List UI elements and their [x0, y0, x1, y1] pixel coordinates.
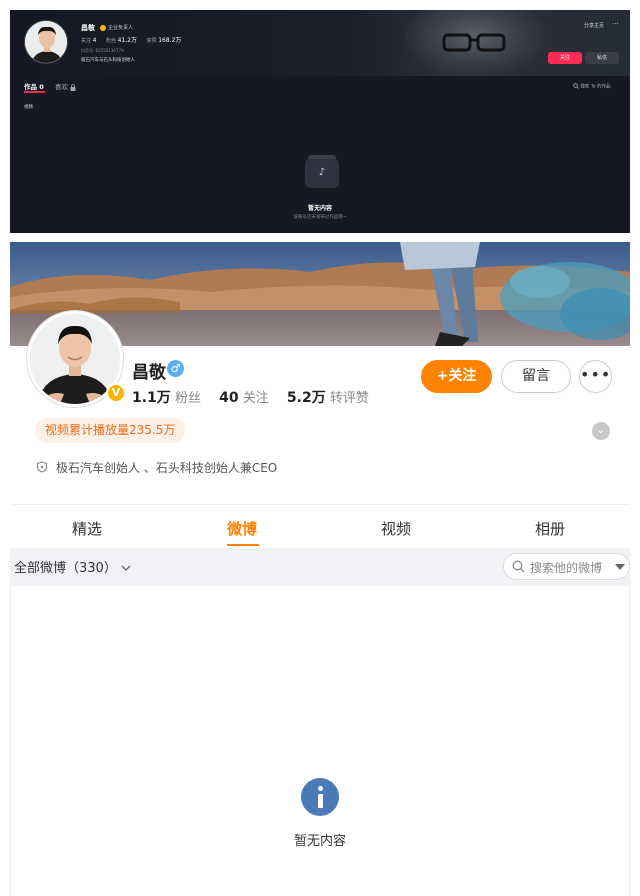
weibo-stats: 1.1万 粉丝 40 关注 5.2万 转评赞 [132, 387, 369, 407]
more-options-button[interactable]: ••• [579, 360, 612, 393]
stat-fans-value[interactable]: 1.1万 [132, 390, 171, 406]
douyin-username: 昌敬 [81, 24, 95, 32]
weibo-follow-button[interactable]: +关注 [421, 360, 492, 393]
douyin-message-button[interactable]: 私信 [585, 52, 619, 64]
content-border-left [10, 586, 11, 896]
sub-tab-video[interactable]: 视频 [24, 104, 33, 110]
share-profile-link[interactable]: 分享主页 [584, 22, 604, 29]
tab-weibo[interactable]: 微博 [227, 518, 257, 539]
lock-icon [70, 83, 76, 91]
douyin-stats: 关注 4 粉丝 41.2万 获赞 168.2万 [81, 35, 189, 44]
more-options-icon[interactable]: ··· [612, 20, 619, 28]
chevron-down-icon [121, 565, 131, 571]
empty-folder-icon: ♪ [305, 155, 339, 188]
stat-reposts-label: 转评赞 [329, 391, 369, 406]
tab-likes[interactable]: 喜欢 [55, 81, 76, 91]
search-works-link[interactable]: 搜索 Ta 的作品 [573, 83, 611, 90]
tiktok-note-icon: ♪ [318, 167, 326, 178]
all-weibo-dropdown[interactable]: 全部微博（330） [14, 557, 131, 576]
active-tab-indicator [24, 91, 45, 93]
verified-dot-icon [100, 24, 106, 31]
male-gender-icon: ♂ [167, 360, 184, 377]
stat-following-label: 关注 [81, 38, 92, 44]
tab-albums[interactable]: 相册 [535, 518, 565, 539]
search-icon [573, 83, 579, 89]
tab-works[interactable]: 作品 0 [24, 81, 44, 91]
douyin-bio: 极石汽车与石头科技创始人 [81, 58, 135, 63]
douyin-empty-title: 暂无内容 [307, 205, 332, 212]
douyin-profile-panel: 昌敬 企业负责人 关注 4 粉丝 41.2万 获赞 168.2万 抖音号: 63… [10, 10, 630, 233]
verified-v-icon: V [106, 383, 126, 403]
stat-fans-value[interactable]: 41.2万 [118, 37, 137, 44]
weibo-empty-text: 暂无内容 [293, 834, 346, 849]
tab-videos[interactable]: 视频 [381, 518, 411, 539]
tab-featured[interactable]: 精选 [72, 518, 102, 539]
stat-following-label: 关注 [242, 391, 269, 406]
info-icon [301, 778, 339, 816]
douyin-verified-label: 企业负责人 [100, 24, 133, 31]
stat-fans-label: 粉丝 [106, 38, 117, 44]
stat-following-value[interactable]: 4 [93, 37, 97, 44]
douyin-follow-button[interactable]: 关注 [548, 52, 582, 64]
douyin-avatar[interactable] [24, 20, 68, 64]
banner-glasses-graphic [442, 33, 506, 52]
weibo-profile-panel: V 昌敬 ♂ 1.1万 粉丝 40 关注 5.2万 转评赞 +关注 留言 •••… [10, 242, 630, 896]
stat-reposts-value: 5.2万 [286, 390, 326, 406]
dropdown-caret-icon[interactable] [615, 564, 625, 570]
weibo-bio: 极石汽车创始人 、石头科技创始人兼CEO [56, 461, 278, 475]
douyin-id: 抖音号: 63550130779 [81, 48, 124, 53]
search-icon [512, 560, 525, 573]
weibo-username: 昌敬 [132, 363, 166, 383]
video-play-count-badge: 视频累计播放量235.5万 [35, 418, 186, 443]
expand-chevron-icon[interactable]: ⌄ [592, 422, 610, 440]
stat-following-value[interactable]: 40 [219, 390, 238, 406]
content-border-right [629, 586, 630, 896]
shield-icon [36, 461, 48, 473]
search-weibo-input[interactable]: 搜索他的微博 [503, 553, 630, 580]
divider [10, 504, 630, 505]
leave-message-button[interactable]: 留言 [501, 360, 571, 393]
search-placeholder: 搜索他的微博 [530, 561, 603, 575]
stat-likes-value: 168.2万 [158, 37, 182, 44]
stat-likes-label: 获赞 [146, 38, 157, 44]
douyin-empty-subtitle: 该账号还未发布过作品哦~ [293, 215, 347, 220]
active-tab-indicator [227, 544, 259, 546]
stat-fans-label: 粉丝 [174, 391, 201, 406]
